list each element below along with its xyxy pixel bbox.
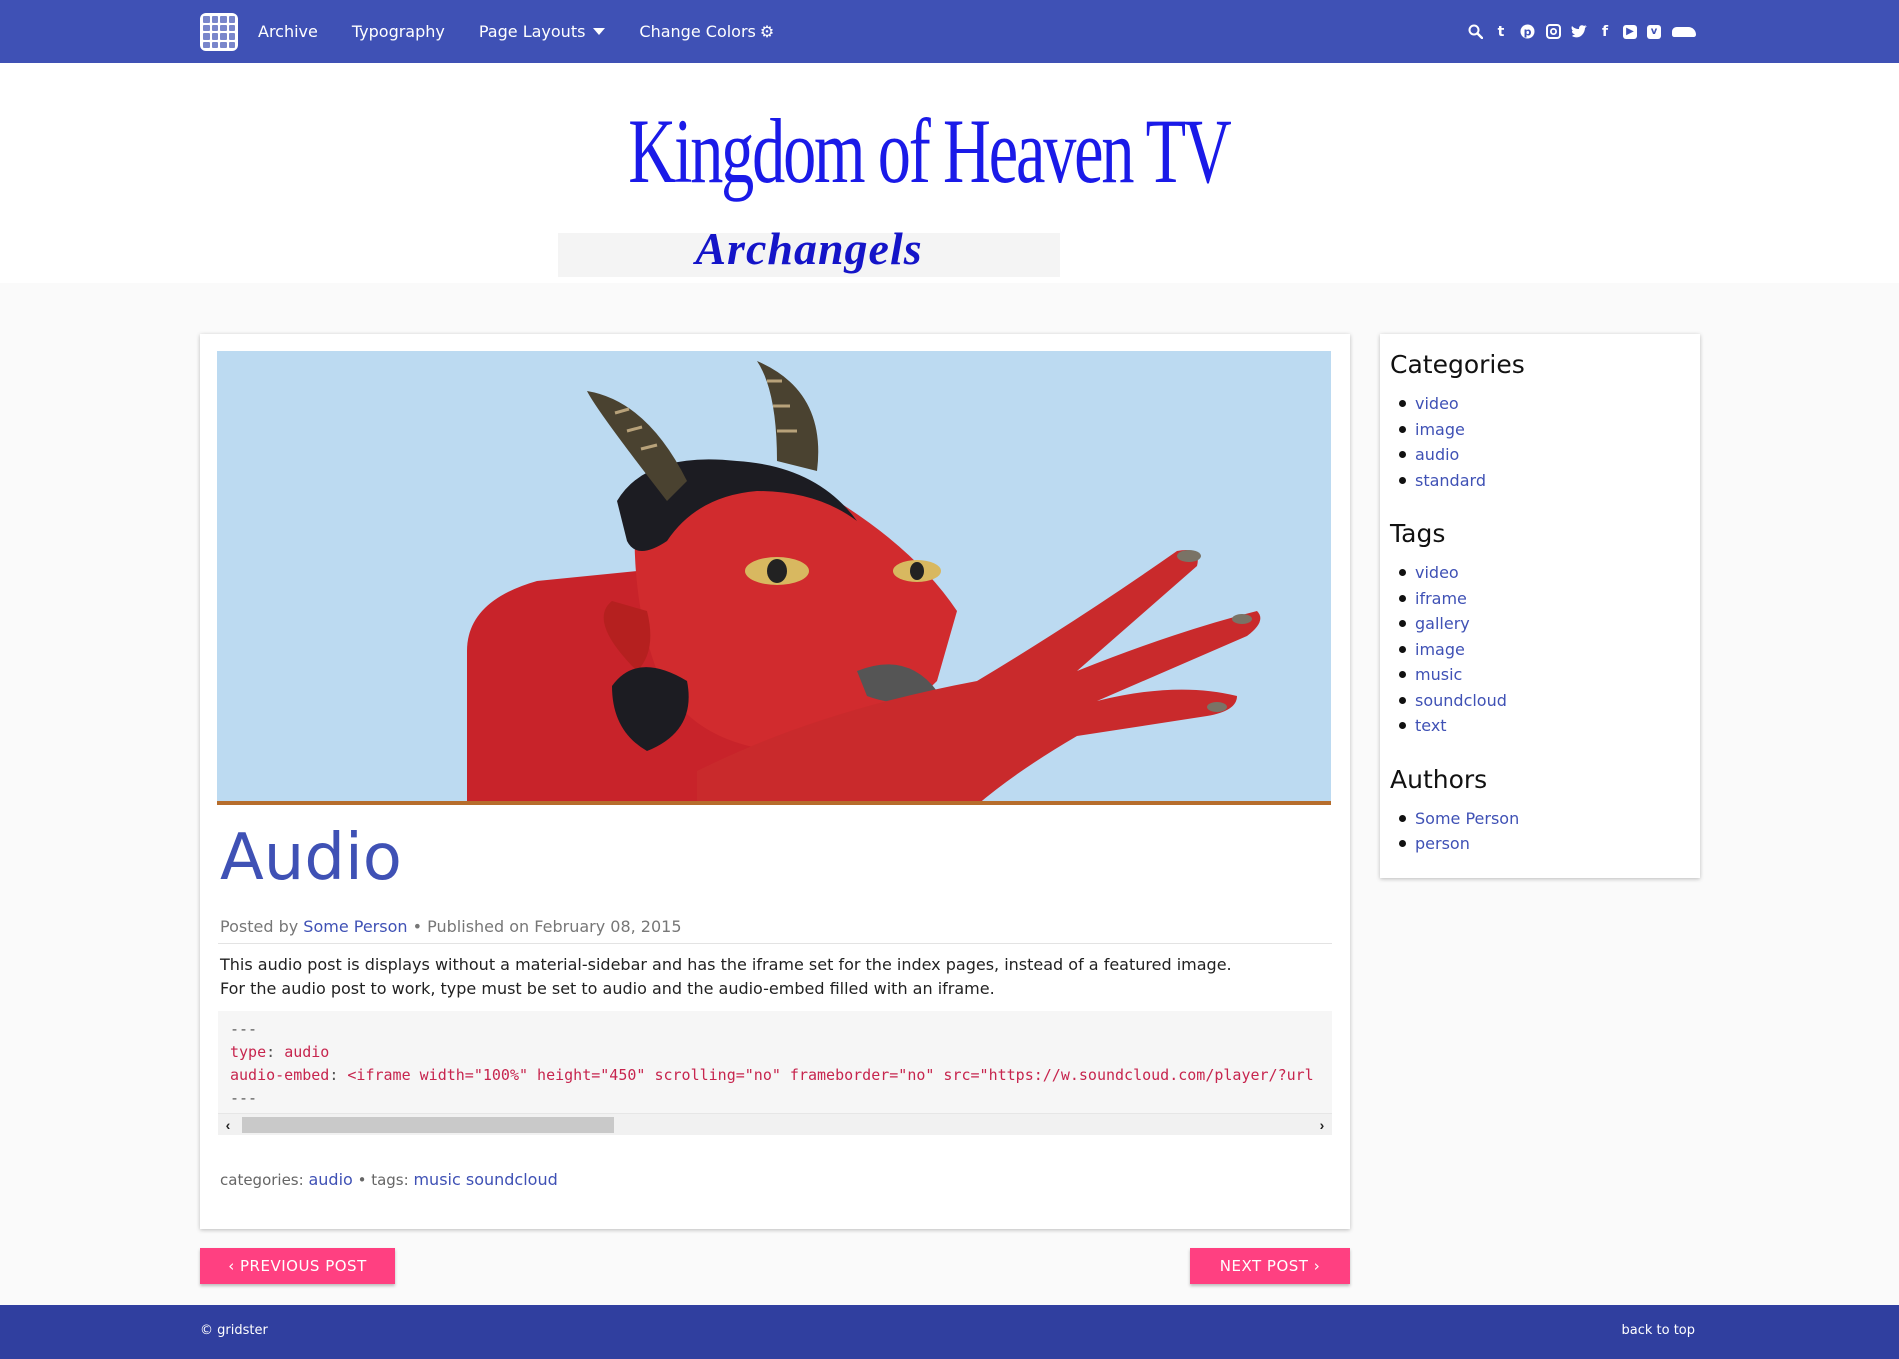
copyright: © gridster bbox=[200, 1323, 268, 1338]
tag-link[interactable]: soundcloud bbox=[1415, 691, 1507, 710]
next-post-button[interactable]: NEXT POST › bbox=[1190, 1248, 1350, 1284]
nav-change-colors-label: Change Colors bbox=[639, 22, 756, 41]
logo-subtitle: Archangels bbox=[695, 223, 923, 274]
previous-post-button[interactable]: ‹ PREVIOUS POST bbox=[200, 1248, 395, 1284]
tags-widget: Tags video iframe gallery image music so… bbox=[1390, 519, 1690, 739]
top-navbar: Archive Typography Page Layouts Change C… bbox=[0, 0, 1899, 63]
author-link[interactable]: Some Person bbox=[1415, 809, 1519, 828]
code-value: audio bbox=[284, 1043, 330, 1061]
category-link[interactable]: audio bbox=[1415, 445, 1459, 464]
author-link[interactable]: person bbox=[1415, 834, 1470, 853]
nav-typography-label: Typography bbox=[351, 22, 445, 41]
widget-title: Categories bbox=[1390, 350, 1525, 379]
code-value: <iframe width="100%" height="450" scroll… bbox=[347, 1066, 1314, 1084]
scroll-left-icon[interactable]: ‹ bbox=[218, 1114, 238, 1135]
list-item: Some Person bbox=[1390, 806, 1690, 832]
pinterest-icon[interactable]: p bbox=[1519, 24, 1535, 40]
twitter-icon[interactable] bbox=[1571, 24, 1587, 40]
code-line: --- bbox=[230, 1020, 258, 1038]
post-meta: Posted by Some Person • Published on Feb… bbox=[220, 917, 682, 936]
list-item: music bbox=[1390, 662, 1690, 688]
categories-widget: Categories video image audio standard bbox=[1390, 350, 1690, 493]
nav-change-colors[interactable]: Change Colors ⚙ bbox=[639, 22, 774, 41]
list-item: gallery bbox=[1390, 611, 1690, 637]
code-key: type bbox=[230, 1043, 267, 1061]
logo-title: Kingdom of Heaven TV bbox=[628, 100, 1231, 202]
category-link[interactable]: standard bbox=[1415, 471, 1486, 490]
instagram-icon[interactable] bbox=[1545, 24, 1561, 40]
widget-title: Authors bbox=[1390, 764, 1488, 794]
posted-by-label: Posted by bbox=[220, 917, 299, 936]
post-title: Audio bbox=[220, 821, 402, 895]
sidebar: Categories video image audio standard Ta… bbox=[1380, 334, 1700, 878]
soundcloud-icon[interactable] bbox=[1671, 24, 1697, 40]
code-key: audio-embed bbox=[230, 1066, 330, 1084]
site-footer: © gridster back to top bbox=[0, 1305, 1899, 1359]
tag-link[interactable]: image bbox=[1415, 640, 1465, 659]
code-block[interactable]: --- type: audio audio-embed: <iframe wid… bbox=[218, 1011, 1332, 1135]
tag-link[interactable]: text bbox=[1415, 716, 1447, 735]
body-paragraph: This audio post is displays without a ma… bbox=[220, 955, 1232, 974]
code-line: --- bbox=[230, 1089, 258, 1107]
list-item: image bbox=[1390, 417, 1690, 443]
grid-logo-icon[interactable] bbox=[200, 13, 238, 51]
meta-divider bbox=[218, 943, 1332, 944]
tag-link[interactable]: iframe bbox=[1415, 589, 1467, 608]
category-link[interactable]: image bbox=[1415, 420, 1465, 439]
featured-image bbox=[217, 351, 1331, 805]
category-link[interactable]: video bbox=[1415, 394, 1459, 413]
published-label: • Published on bbox=[412, 917, 530, 936]
tag-link[interactable]: video bbox=[1415, 563, 1459, 582]
post-date: February 08, 2015 bbox=[534, 917, 682, 936]
caret-down-icon bbox=[593, 28, 606, 35]
nav-links: Archive Typography Page Layouts Change C… bbox=[258, 0, 808, 63]
nav-typography[interactable]: Typography bbox=[352, 22, 445, 41]
widget-title: Tags bbox=[1390, 519, 1446, 548]
tag-link[interactable]: music bbox=[1415, 665, 1462, 684]
back-to-top-link[interactable]: back to top bbox=[1621, 1323, 1695, 1338]
post-body: This audio post is displays without a ma… bbox=[220, 953, 1232, 1001]
author-link[interactable]: Some Person bbox=[303, 917, 407, 936]
nav-page-layouts-dropdown[interactable]: Page Layouts bbox=[479, 22, 606, 41]
categories-label: categories: bbox=[220, 1171, 304, 1189]
search-icon[interactable] bbox=[1467, 24, 1483, 40]
scroll-right-icon[interactable]: › bbox=[1312, 1114, 1332, 1135]
category-link[interactable]: audio bbox=[308, 1170, 352, 1189]
youtube-icon[interactable]: ▶ bbox=[1623, 24, 1637, 39]
tags-label: • tags: bbox=[357, 1171, 409, 1189]
list-item: video bbox=[1390, 391, 1690, 417]
facebook-icon[interactable]: f bbox=[1597, 24, 1613, 40]
list-item: iframe bbox=[1390, 586, 1690, 612]
authors-widget: Authors Some Person person bbox=[1390, 765, 1690, 857]
list-item: image bbox=[1390, 637, 1690, 663]
gear-icon: ⚙ bbox=[759, 21, 775, 41]
svg-text:p: p bbox=[1523, 26, 1531, 39]
tags-link[interactable]: music soundcloud bbox=[413, 1170, 557, 1189]
nav-archive-label: Archive bbox=[258, 22, 318, 41]
list-item: text bbox=[1390, 713, 1690, 739]
list-item: soundcloud bbox=[1390, 688, 1690, 714]
nav-page-layouts-label: Page Layouts bbox=[478, 22, 586, 41]
post-taxonomy: categories: audio • tags: music soundclo… bbox=[220, 1170, 558, 1189]
site-logo[interactable]: Kingdom of Heaven TV Archangels bbox=[558, 99, 1232, 277]
tag-link[interactable]: gallery bbox=[1415, 614, 1470, 633]
post-card: Audio Posted by Some Person • Published … bbox=[200, 334, 1350, 1229]
social-icons: t p f ▶ v bbox=[1467, 0, 1697, 63]
body-paragraph: For the audio post to work, type must be… bbox=[220, 979, 995, 998]
site-header: Kingdom of Heaven TV Archangels bbox=[0, 63, 1899, 283]
horizontal-scrollbar[interactable]: ‹ › bbox=[218, 1113, 1332, 1135]
list-item: standard bbox=[1390, 468, 1690, 494]
scrollbar-thumb[interactable] bbox=[242, 1117, 614, 1133]
list-item: audio bbox=[1390, 442, 1690, 468]
nav-archive[interactable]: Archive bbox=[258, 22, 318, 41]
vimeo-icon[interactable]: v bbox=[1647, 24, 1661, 39]
list-item: video bbox=[1390, 560, 1690, 586]
list-item: person bbox=[1390, 831, 1690, 857]
tumblr-icon[interactable]: t bbox=[1493, 24, 1509, 40]
